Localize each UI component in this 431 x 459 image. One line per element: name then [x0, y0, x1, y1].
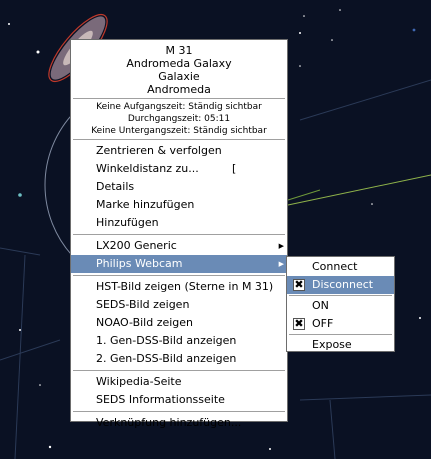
separator — [73, 370, 285, 371]
separator — [73, 139, 285, 140]
submenu-item-label: Expose — [312, 338, 352, 351]
menu-item-add-marker[interactable]: Marke hinzufügen — [71, 196, 287, 214]
submenu-item-off[interactable]: ✖ OFF — [287, 315, 394, 333]
submenu-item-disconnect[interactable]: ✖ Disconnect — [287, 276, 394, 294]
submenu-item-on[interactable]: ON — [287, 297, 394, 315]
separator — [73, 234, 285, 235]
submenu-item-connect[interactable]: Connect — [287, 258, 394, 276]
menu-item-gen1-dss[interactable]: 1. Gen-DSS-Bild anzeigen — [71, 332, 287, 350]
submenu-item-label: OFF — [312, 317, 334, 330]
submenu-item-label: Connect — [312, 260, 358, 273]
menu-item-label: Wikipedia-Seite — [96, 375, 182, 388]
context-menu: M 31 Andromeda Galaxy Galaxie Andromeda … — [70, 39, 288, 429]
menu-item-label: Marke hinzufügen — [96, 198, 195, 211]
menu-item-add[interactable]: Hinzufügen — [71, 214, 287, 232]
menu-item-center-track[interactable]: Zentrieren & verfolgen — [71, 142, 287, 160]
menu-item-label: Hinzufügen — [96, 216, 159, 229]
webcam-submenu: Connect ✖ Disconnect ON ✖ OFF Expose — [286, 256, 395, 352]
menu-item-label: Philips Webcam — [96, 257, 183, 270]
menu-item-lx200[interactable]: LX200 Generic ▶ — [71, 237, 287, 255]
menu-item-label: 2. Gen-DSS-Bild anzeigen — [96, 352, 237, 365]
separator — [289, 334, 392, 335]
menu-item-label: HST-Bild zeigen (Sterne in M 31) — [96, 280, 274, 293]
separator — [289, 295, 392, 296]
menu-item-label: Winkeldistanz zu... — [96, 162, 199, 175]
separator — [73, 98, 285, 99]
menu-item-label: Verknüpfung hinzufügen... — [96, 416, 242, 429]
menu-item-gen2-dss[interactable]: 2. Gen-DSS-Bild anzeigen — [71, 350, 287, 368]
submenu-arrow-icon: ▶ — [278, 260, 284, 268]
menu-item-label: 1. Gen-DSS-Bild anzeigen — [96, 334, 237, 347]
menu-item-details[interactable]: Details — [71, 178, 287, 196]
angular-distance-bracket: [ — [232, 162, 237, 175]
separator — [73, 411, 285, 412]
menu-item-label: Zentrieren & verfolgen — [96, 144, 222, 157]
menu-item-hst-image[interactable]: HST-Bild zeigen (Sterne in M 31) — [71, 278, 287, 296]
rise-time: Keine Aufgangszeit: Ständig sichtbar — [96, 102, 262, 112]
menu-item-label: SEDS-Bild zeigen — [96, 298, 190, 311]
menu-item-wikipedia[interactable]: Wikipedia-Seite — [71, 373, 287, 391]
object-type: Galaxie — [158, 70, 200, 83]
menu-item-philips-webcam[interactable]: Philips Webcam ▶ — [71, 255, 287, 273]
menu-item-label: LX200 Generic — [96, 239, 177, 252]
object-constellation: Andromeda — [147, 83, 211, 96]
menu-item-label: NOAO-Bild zeigen — [96, 316, 194, 329]
menu-item-label: Details — [96, 180, 135, 193]
submenu-arrow-icon: ▶ — [278, 242, 284, 250]
menu-item-add-link[interactable]: Verknüpfung hinzufügen... — [71, 414, 287, 432]
menu-item-angular-distance[interactable]: Winkeldistanz zu... [ — [71, 160, 287, 178]
menu-item-seds-image[interactable]: SEDS-Bild zeigen — [71, 296, 287, 314]
submenu-item-label: Disconnect — [312, 278, 374, 291]
separator — [73, 275, 285, 276]
menu-item-label: SEDS Informationsseite — [96, 393, 225, 406]
menu-item-seds-info[interactable]: SEDS Informationsseite — [71, 391, 287, 409]
set-time: Keine Untergangszeit: Ständig sichtbar — [91, 126, 267, 136]
ecliptic-line — [287, 174, 431, 206]
object-english-name: Andromeda Galaxy — [126, 57, 232, 70]
checkbox-checked-icon: ✖ — [293, 278, 305, 291]
checkbox-checked-icon: ✖ — [293, 317, 305, 330]
transit-time: Durchgangszeit: 05:11 — [127, 114, 231, 124]
menu-item-noao-image[interactable]: NOAO-Bild zeigen — [71, 314, 287, 332]
submenu-item-expose[interactable]: Expose — [287, 336, 394, 354]
submenu-item-label: ON — [312, 299, 329, 312]
object-name: M 31 — [165, 44, 193, 57]
